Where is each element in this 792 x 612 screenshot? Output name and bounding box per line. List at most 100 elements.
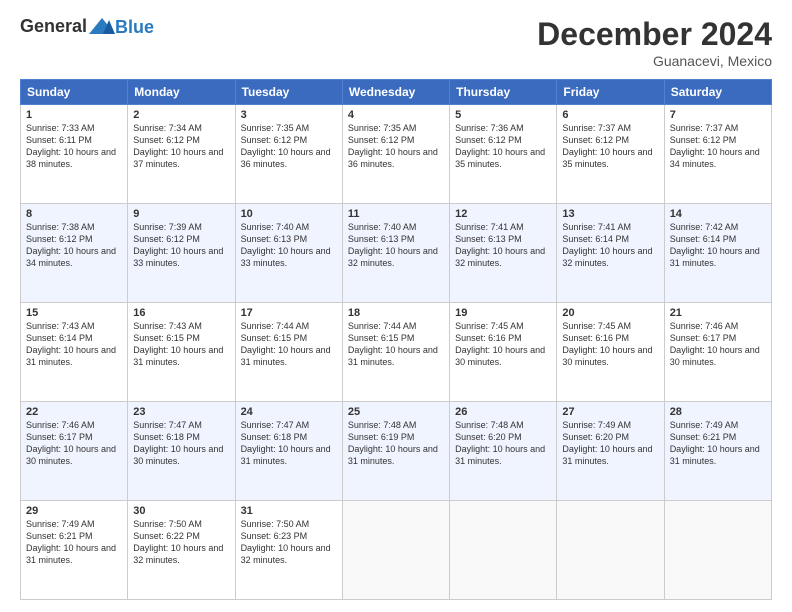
day-info: Sunrise: 7:49 AMSunset: 6:20 PMDaylight:… (562, 419, 658, 468)
day-info: Sunrise: 7:41 AMSunset: 6:13 PMDaylight:… (455, 221, 551, 270)
calendar-cell: 19Sunrise: 7:45 AMSunset: 6:16 PMDayligh… (450, 303, 557, 402)
day-number: 17 (241, 307, 337, 319)
day-info: Sunrise: 7:49 AMSunset: 6:21 PMDaylight:… (26, 518, 122, 567)
calendar-header-row: Sunday Monday Tuesday Wednesday Thursday… (21, 80, 772, 105)
day-number: 24 (241, 406, 337, 418)
calendar-cell: 6Sunrise: 7:37 AMSunset: 6:12 PMDaylight… (557, 105, 664, 204)
calendar-cell (450, 501, 557, 600)
main-title: December 2024 (537, 16, 772, 53)
calendar-cell: 14Sunrise: 7:42 AMSunset: 6:14 PMDayligh… (664, 204, 771, 303)
calendar-cell: 9Sunrise: 7:39 AMSunset: 6:12 PMDaylight… (128, 204, 235, 303)
day-info: Sunrise: 7:42 AMSunset: 6:14 PMDaylight:… (670, 221, 766, 270)
day-info: Sunrise: 7:48 AMSunset: 6:19 PMDaylight:… (348, 419, 444, 468)
col-saturday: Saturday (664, 80, 771, 105)
day-info: Sunrise: 7:43 AMSunset: 6:15 PMDaylight:… (133, 320, 229, 369)
day-number: 18 (348, 307, 444, 319)
calendar-cell: 28Sunrise: 7:49 AMSunset: 6:21 PMDayligh… (664, 402, 771, 501)
day-number: 5 (455, 109, 551, 121)
day-info: Sunrise: 7:33 AMSunset: 6:11 PMDaylight:… (26, 122, 122, 171)
day-info: Sunrise: 7:40 AMSunset: 6:13 PMDaylight:… (348, 221, 444, 270)
day-number: 10 (241, 208, 337, 220)
day-info: Sunrise: 7:41 AMSunset: 6:14 PMDaylight:… (562, 221, 658, 270)
day-number: 4 (348, 109, 444, 121)
day-number: 2 (133, 109, 229, 121)
day-number: 22 (26, 406, 122, 418)
day-info: Sunrise: 7:45 AMSunset: 6:16 PMDaylight:… (455, 320, 551, 369)
calendar-cell: 3Sunrise: 7:35 AMSunset: 6:12 PMDaylight… (235, 105, 342, 204)
calendar-row-4: 29Sunrise: 7:49 AMSunset: 6:21 PMDayligh… (21, 501, 772, 600)
calendar-cell: 12Sunrise: 7:41 AMSunset: 6:13 PMDayligh… (450, 204, 557, 303)
day-info: Sunrise: 7:45 AMSunset: 6:16 PMDaylight:… (562, 320, 658, 369)
header: General Blue December 2024 Guanacevi, Me… (20, 16, 772, 69)
calendar-cell: 20Sunrise: 7:45 AMSunset: 6:16 PMDayligh… (557, 303, 664, 402)
day-info: Sunrise: 7:44 AMSunset: 6:15 PMDaylight:… (241, 320, 337, 369)
day-number: 3 (241, 109, 337, 121)
day-info: Sunrise: 7:46 AMSunset: 6:17 PMDaylight:… (26, 419, 122, 468)
day-number: 28 (670, 406, 766, 418)
day-number: 30 (133, 505, 229, 517)
day-number: 27 (562, 406, 658, 418)
calendar: Sunday Monday Tuesday Wednesday Thursday… (20, 79, 772, 600)
day-info: Sunrise: 7:35 AMSunset: 6:12 PMDaylight:… (348, 122, 444, 171)
calendar-cell: 25Sunrise: 7:48 AMSunset: 6:19 PMDayligh… (342, 402, 449, 501)
day-info: Sunrise: 7:43 AMSunset: 6:14 PMDaylight:… (26, 320, 122, 369)
col-tuesday: Tuesday (235, 80, 342, 105)
calendar-cell: 17Sunrise: 7:44 AMSunset: 6:15 PMDayligh… (235, 303, 342, 402)
day-info: Sunrise: 7:35 AMSunset: 6:12 PMDaylight:… (241, 122, 337, 171)
calendar-cell: 30Sunrise: 7:50 AMSunset: 6:22 PMDayligh… (128, 501, 235, 600)
col-wednesday: Wednesday (342, 80, 449, 105)
subtitle: Guanacevi, Mexico (537, 53, 772, 69)
calendar-row-1: 8Sunrise: 7:38 AMSunset: 6:12 PMDaylight… (21, 204, 772, 303)
calendar-cell (664, 501, 771, 600)
day-number: 16 (133, 307, 229, 319)
logo-icon (89, 16, 115, 38)
day-number: 23 (133, 406, 229, 418)
title-block: December 2024 Guanacevi, Mexico (537, 16, 772, 69)
calendar-cell: 18Sunrise: 7:44 AMSunset: 6:15 PMDayligh… (342, 303, 449, 402)
day-number: 19 (455, 307, 551, 319)
calendar-cell: 5Sunrise: 7:36 AMSunset: 6:12 PMDaylight… (450, 105, 557, 204)
calendar-cell: 11Sunrise: 7:40 AMSunset: 6:13 PMDayligh… (342, 204, 449, 303)
col-monday: Monday (128, 80, 235, 105)
calendar-cell: 26Sunrise: 7:48 AMSunset: 6:20 PMDayligh… (450, 402, 557, 501)
day-number: 6 (562, 109, 658, 121)
day-number: 9 (133, 208, 229, 220)
day-number: 12 (455, 208, 551, 220)
calendar-row-0: 1Sunrise: 7:33 AMSunset: 6:11 PMDaylight… (21, 105, 772, 204)
calendar-cell (557, 501, 664, 600)
day-number: 31 (241, 505, 337, 517)
day-info: Sunrise: 7:50 AMSunset: 6:23 PMDaylight:… (241, 518, 337, 567)
day-info: Sunrise: 7:39 AMSunset: 6:12 PMDaylight:… (133, 221, 229, 270)
calendar-cell: 13Sunrise: 7:41 AMSunset: 6:14 PMDayligh… (557, 204, 664, 303)
day-number: 20 (562, 307, 658, 319)
calendar-cell: 24Sunrise: 7:47 AMSunset: 6:18 PMDayligh… (235, 402, 342, 501)
calendar-cell: 21Sunrise: 7:46 AMSunset: 6:17 PMDayligh… (664, 303, 771, 402)
logo-text: General (20, 16, 117, 38)
day-info: Sunrise: 7:50 AMSunset: 6:22 PMDaylight:… (133, 518, 229, 567)
col-sunday: Sunday (21, 80, 128, 105)
calendar-cell: 23Sunrise: 7:47 AMSunset: 6:18 PMDayligh… (128, 402, 235, 501)
day-info: Sunrise: 7:47 AMSunset: 6:18 PMDaylight:… (241, 419, 337, 468)
day-number: 1 (26, 109, 122, 121)
day-number: 15 (26, 307, 122, 319)
day-info: Sunrise: 7:36 AMSunset: 6:12 PMDaylight:… (455, 122, 551, 171)
page: General Blue December 2024 Guanacevi, Me… (0, 0, 792, 612)
day-number: 26 (455, 406, 551, 418)
calendar-cell: 8Sunrise: 7:38 AMSunset: 6:12 PMDaylight… (21, 204, 128, 303)
logo: General Blue (20, 16, 154, 38)
day-info: Sunrise: 7:46 AMSunset: 6:17 PMDaylight:… (670, 320, 766, 369)
calendar-cell: 27Sunrise: 7:49 AMSunset: 6:20 PMDayligh… (557, 402, 664, 501)
calendar-cell: 31Sunrise: 7:50 AMSunset: 6:23 PMDayligh… (235, 501, 342, 600)
day-info: Sunrise: 7:47 AMSunset: 6:18 PMDaylight:… (133, 419, 229, 468)
calendar-cell: 7Sunrise: 7:37 AMSunset: 6:12 PMDaylight… (664, 105, 771, 204)
day-number: 8 (26, 208, 122, 220)
calendar-cell: 4Sunrise: 7:35 AMSunset: 6:12 PMDaylight… (342, 105, 449, 204)
day-info: Sunrise: 7:44 AMSunset: 6:15 PMDaylight:… (348, 320, 444, 369)
calendar-cell: 22Sunrise: 7:46 AMSunset: 6:17 PMDayligh… (21, 402, 128, 501)
day-info: Sunrise: 7:34 AMSunset: 6:12 PMDaylight:… (133, 122, 229, 171)
calendar-row-3: 22Sunrise: 7:46 AMSunset: 6:17 PMDayligh… (21, 402, 772, 501)
day-info: Sunrise: 7:37 AMSunset: 6:12 PMDaylight:… (670, 122, 766, 171)
day-info: Sunrise: 7:37 AMSunset: 6:12 PMDaylight:… (562, 122, 658, 171)
col-friday: Friday (557, 80, 664, 105)
day-info: Sunrise: 7:48 AMSunset: 6:20 PMDaylight:… (455, 419, 551, 468)
